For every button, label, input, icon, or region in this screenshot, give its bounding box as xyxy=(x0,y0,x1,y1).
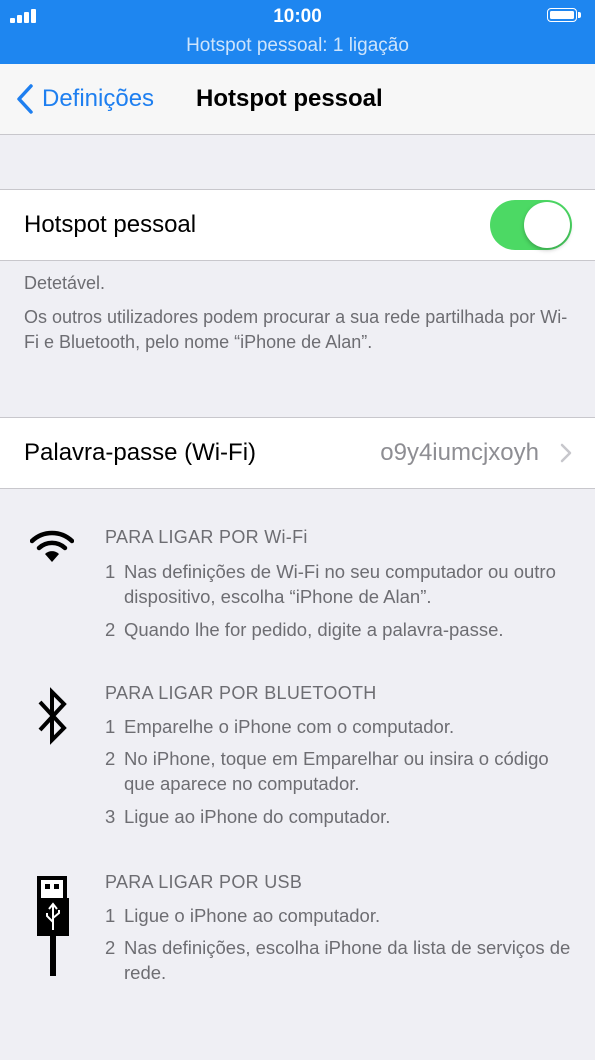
toggle-knob xyxy=(524,202,570,248)
wifi-password-label: Palavra-passe (Wi-Fi) xyxy=(24,439,257,466)
discoverable-description: Os outros utilizadores podem procurar a … xyxy=(24,307,568,352)
wifi-password-row[interactable]: Palavra-passe (Wi-Fi) o9y4iumcjxoyh xyxy=(0,417,595,489)
wifi-section-title: PARA LIGAR POR Wi-Fi xyxy=(105,527,308,547)
hotspot-connection-banner[interactable]: Hotspot pessoal: 1 ligação xyxy=(0,35,595,57)
step-text: Nas definições, escolha iPhone da lista … xyxy=(124,937,571,983)
step-number: 1 xyxy=(105,561,116,582)
discoverable-text: Detetável. xyxy=(24,273,106,293)
wifi-step-1: 1 Nas definições de Wi-Fi no seu computa… xyxy=(105,559,575,609)
bluetooth-step-1: 1 Emparelhe o iPhone com o computador. xyxy=(105,714,575,739)
usb-section-title: PARA LIGAR POR USB xyxy=(105,872,303,892)
chevron-right-icon xyxy=(560,443,572,463)
navigation-bar: Definições Hotspot pessoal xyxy=(0,64,595,135)
wifi-step-2: 2 Quando lhe for pedido, digite a palavr… xyxy=(105,617,575,642)
page-title: Hotspot pessoal xyxy=(196,85,383,112)
bluetooth-step-2: 2 No iPhone, toque em Emparelhar ou insi… xyxy=(105,746,575,796)
chevron-left-icon xyxy=(17,84,33,114)
back-button[interactable]: Definições xyxy=(14,83,154,115)
wifi-icon xyxy=(30,530,74,562)
bluetooth-icon xyxy=(38,687,67,745)
usb-cable-icon xyxy=(37,876,69,976)
step-text: Ligue o iPhone ao computador. xyxy=(124,905,381,926)
step-number: 3 xyxy=(105,806,116,827)
step-number: 1 xyxy=(105,905,116,926)
bluetooth-section-title: PARA LIGAR POR BLUETOOTH xyxy=(105,683,377,703)
status-time: 10:00 xyxy=(273,6,322,27)
step-text: Emparelhe o iPhone com o computador. xyxy=(124,716,455,737)
usb-step-1: 1 Ligue o iPhone ao computador. xyxy=(105,903,575,928)
back-button-label: Definições xyxy=(42,85,155,112)
bluetooth-step-3: 3 Ligue ao iPhone do computador. xyxy=(105,804,575,829)
step-number: 2 xyxy=(105,748,116,769)
wifi-password-value: o9y4iumcjxoyh xyxy=(380,439,539,466)
battery-full-icon xyxy=(547,8,581,24)
hotspot-toggle-row: Hotspot pessoal xyxy=(0,189,595,261)
usb-step-2: 2 Nas definições, escolha iPhone da list… xyxy=(105,935,575,985)
step-number: 2 xyxy=(105,937,116,958)
hotspot-toggle-switch[interactable] xyxy=(490,200,572,250)
hotspot-toggle-label: Hotspot pessoal xyxy=(24,211,197,238)
step-number: 2 xyxy=(105,619,116,640)
step-text: Nas definições de Wi-Fi no seu computado… xyxy=(124,561,556,607)
step-text: Quando lhe for pedido, digite a palavra-… xyxy=(124,619,504,640)
status-bar: 10:00 Hotspot pessoal: 1 ligação xyxy=(0,0,595,64)
step-text: No iPhone, toque em Emparelhar ou insira… xyxy=(124,748,549,794)
step-number: 1 xyxy=(105,716,116,737)
step-text: Ligue ao iPhone do computador. xyxy=(124,806,391,827)
